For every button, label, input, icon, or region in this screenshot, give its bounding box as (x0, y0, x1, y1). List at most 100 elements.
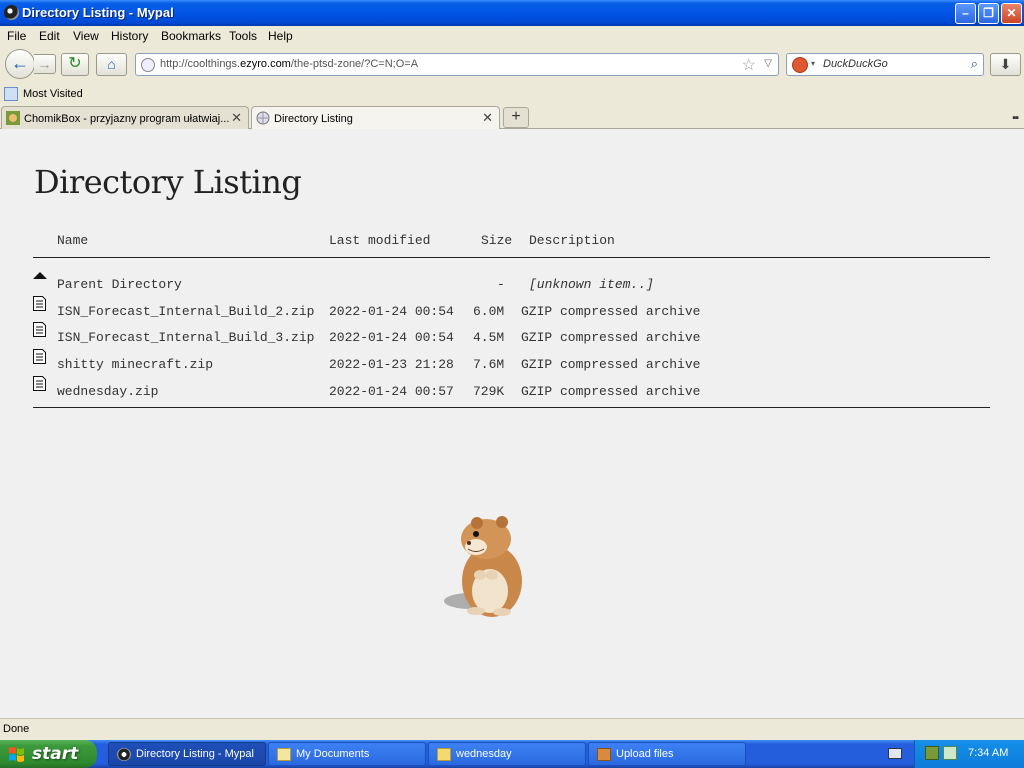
clock[interactable]: 7:34 AM (968, 747, 1008, 759)
downloads-button[interactable]: ⬇ (990, 53, 1021, 76)
url-history-dropdown-icon[interactable]: ▽ (764, 58, 772, 69)
file-description: GZIP compressed archive (521, 330, 701, 345)
task-label: wednesday (456, 748, 512, 760)
url-domain: ezyro.com (240, 58, 291, 70)
new-tab-button[interactable]: + (503, 107, 529, 128)
back-button[interactable]: ← (5, 49, 35, 79)
file-icon (33, 376, 46, 391)
tab-label: Directory Listing (274, 113, 353, 125)
bookmark-star-icon[interactable]: ☆ (742, 55, 756, 75)
bookmarks-toolbar: Most Visited (0, 84, 1024, 105)
file-modified: 2022-01-24 00:54 (329, 304, 454, 319)
folder-icon (437, 748, 451, 761)
search-placeholder[interactable]: DuckDuckGo (823, 58, 888, 70)
menu-view[interactable]: View (73, 29, 99, 43)
file-link[interactable]: ISN_Forecast_Internal_Build_3.zip (57, 330, 314, 345)
footer-divider (33, 407, 990, 408)
file-size: 6.0M (473, 304, 505, 319)
site-identity-icon[interactable] (141, 58, 155, 72)
taskbar: start Directory Listing - Mypal My Docum… (0, 740, 1024, 768)
network-tray-icon[interactable] (943, 746, 957, 760)
file-description: GZIP compressed archive (521, 357, 701, 372)
search-magnifier-icon[interactable]: ⌕ (971, 56, 978, 72)
hamster-image (444, 516, 522, 617)
forward-arrow-icon: → (37, 56, 52, 72)
tab-list-icon[interactable]: ▪▪ (1012, 112, 1019, 124)
menu-tools[interactable]: Tools (229, 29, 257, 43)
start-label: start (32, 744, 79, 764)
maximize-button[interactable]: ❐ (978, 3, 999, 24)
home-button[interactable]: ⌂ (96, 53, 127, 76)
duckduckgo-engine-icon[interactable] (792, 57, 808, 73)
tab-directory-listing[interactable]: Directory Listing ✕ (251, 106, 500, 130)
menu-edit[interactable]: Edit (39, 29, 60, 43)
engine-dropdown-icon[interactable]: ▾ (811, 59, 815, 68)
url-bar[interactable]: http://coolthings.ezyro.com/the-ptsd-zon… (135, 53, 779, 76)
column-name[interactable]: Name (57, 233, 88, 248)
upload-app-icon (597, 748, 611, 761)
file-description: GZIP compressed archive (521, 384, 701, 399)
mypal-app-icon[interactable] (4, 5, 19, 20)
back-arrow-icon: ← (11, 53, 29, 73)
reload-button[interactable]: ↻ (61, 53, 89, 76)
parent-description: [unknown item..] (529, 277, 654, 292)
forward-button[interactable]: → (34, 54, 56, 74)
most-visited-folder-icon[interactable] (4, 87, 18, 101)
minimize-button[interactable]: – (955, 3, 976, 24)
task-wednesday[interactable]: wednesday (428, 742, 586, 766)
file-description: GZIP compressed archive (521, 304, 701, 319)
file-modified: 2022-01-24 00:54 (329, 330, 454, 345)
file-link[interactable]: wednesday.zip (57, 384, 158, 399)
tab-close-icon[interactable]: ✕ (482, 110, 493, 126)
navigation-toolbar: ← → ↻ ⌂ http://coolthings.ezyro.com/the-… (0, 46, 1024, 84)
file-link[interactable]: shitty minecraft.zip (57, 357, 213, 372)
menu-history[interactable]: History (111, 29, 148, 43)
reload-icon: ↻ (68, 55, 82, 72)
globe-favicon-icon (256, 111, 270, 125)
close-window-button[interactable]: ✕ (1001, 3, 1022, 24)
url-path: /the-ptsd-zone/?C=N;O=A (290, 58, 419, 70)
title-bar[interactable]: Directory Listing - Mypal – ❐ ✕ (0, 0, 1024, 26)
chomikbox-favicon-icon (6, 111, 20, 125)
status-bar: Done (0, 718, 1024, 740)
file-size: 4.5M (473, 330, 505, 345)
column-description[interactable]: Description (529, 233, 615, 248)
keyboard-layout-icon[interactable] (888, 748, 902, 759)
file-link[interactable]: ISN_Forecast_Internal_Build_2.zip (57, 304, 314, 319)
header-divider (33, 257, 990, 258)
parent-directory-link[interactable]: Parent Directory (57, 277, 182, 292)
task-label: Directory Listing - Mypal (136, 748, 254, 760)
task-my-documents[interactable]: My Documents (268, 742, 426, 766)
page-title: Directory Listing (34, 163, 302, 201)
chomikbox-tray-icon[interactable] (925, 746, 939, 760)
file-modified: 2022-01-24 00:57 (329, 384, 454, 399)
window-title: Directory Listing - Mypal (22, 5, 174, 20)
task-directory-listing[interactable]: Directory Listing - Mypal (108, 742, 266, 766)
start-button[interactable]: start (0, 740, 97, 768)
bookmark-most-visited[interactable]: Most Visited (23, 88, 83, 100)
url-text[interactable]: http://coolthings.ezyro.com/the-ptsd-zon… (160, 58, 418, 70)
page-content: Directory Listing Name Last modified Siz… (0, 129, 1024, 718)
home-icon: ⌂ (107, 56, 116, 72)
tab-close-icon[interactable]: ✕ (231, 110, 242, 126)
documents-folder-icon (277, 748, 291, 761)
task-label: Upload files (616, 748, 674, 760)
task-upload-files[interactable]: Upload files (588, 742, 746, 766)
file-size: 729K (473, 384, 505, 399)
menu-help[interactable]: Help (268, 29, 293, 43)
tab-strip: ChomikBox - przyjazny program ułatwiaj..… (0, 105, 1024, 130)
download-arrow-icon: ⬇ (999, 56, 1012, 72)
menu-file[interactable]: File (7, 29, 26, 43)
url-prefix: http://coolthings. (160, 58, 241, 70)
parent-size: - (497, 277, 505, 292)
column-size[interactable]: Size (481, 233, 512, 248)
mypal-icon (117, 748, 131, 761)
status-text: Done (3, 723, 30, 735)
search-bar[interactable]: ▾ DuckDuckGo ⌕ (786, 53, 984, 76)
file-icon (33, 349, 46, 364)
tab-chomikbox[interactable]: ChomikBox - przyjazny program ułatwiaj..… (1, 106, 249, 129)
file-modified: 2022-01-23 21:28 (329, 357, 454, 372)
column-last-modified[interactable]: Last modified (329, 233, 430, 248)
menu-bookmarks[interactable]: Bookmarks (161, 29, 221, 43)
menu-bar: File Edit View History Bookmarks Tools H… (0, 26, 1024, 46)
